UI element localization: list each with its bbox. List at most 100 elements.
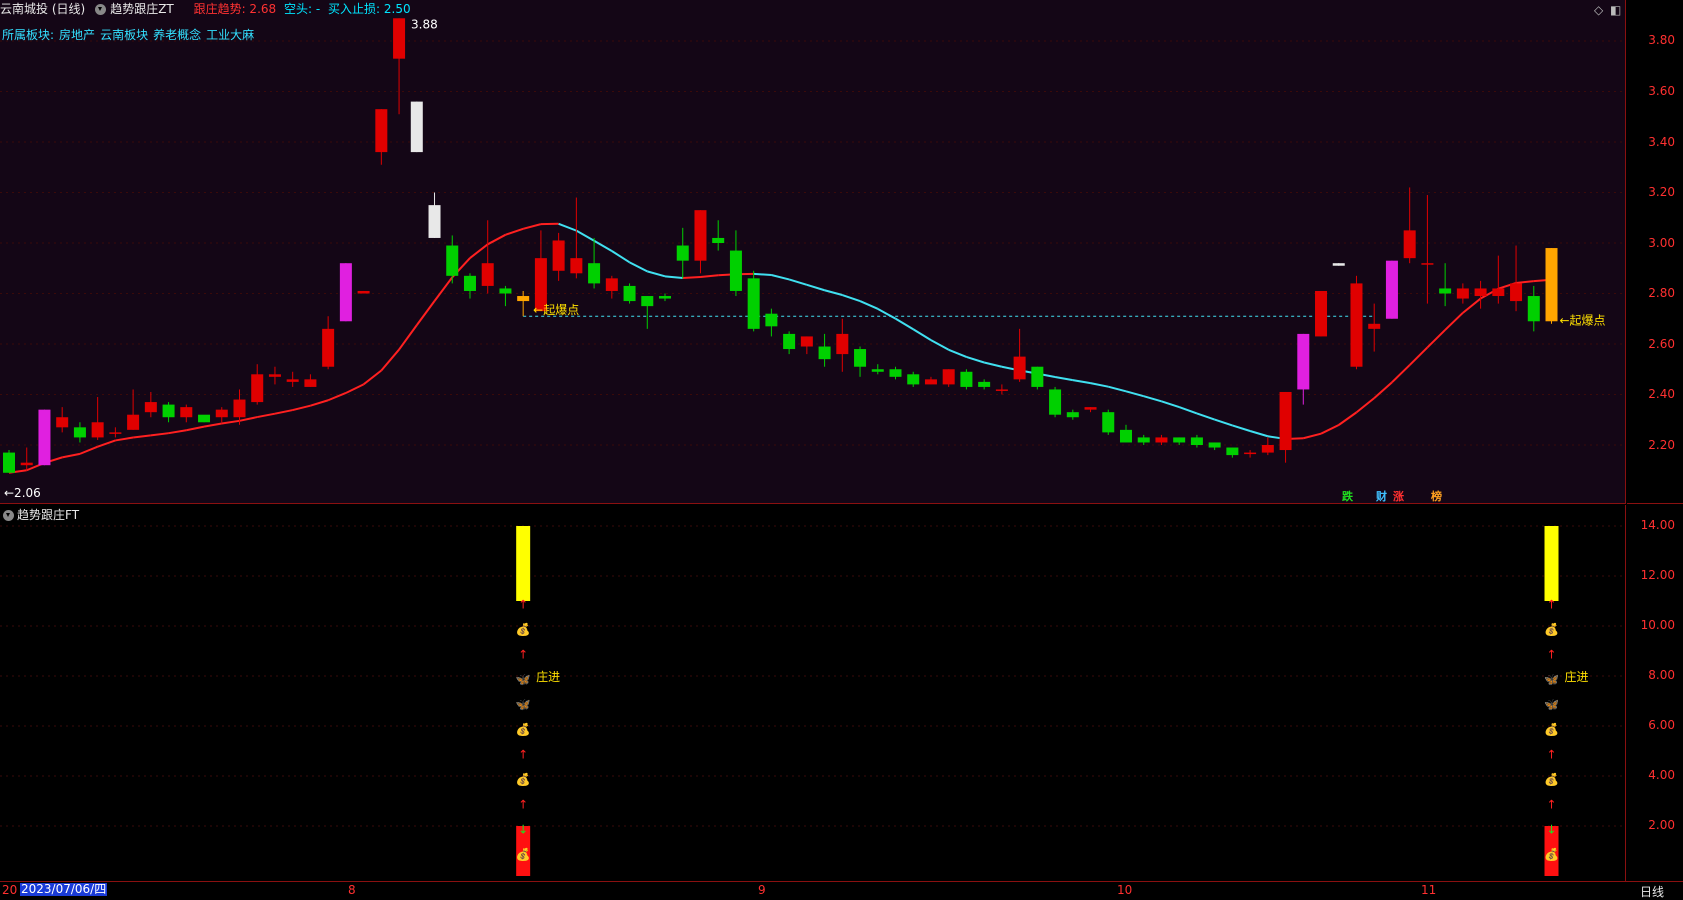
moving-average-segment <box>435 277 453 301</box>
candle-body <box>304 379 316 387</box>
indicator-tick: 2.00 <box>1648 818 1675 832</box>
moving-average-segment <box>1197 413 1215 419</box>
candle-body <box>1173 437 1185 442</box>
signal-icon: 💰 <box>1544 723 1559 737</box>
candle-body <box>978 382 990 387</box>
time-axis[interactable]: 20 2023/07/06/四 8 9 10 11 日线 <box>0 881 1683 897</box>
candle-body <box>233 400 245 418</box>
candle-body <box>712 238 724 243</box>
candle-body <box>198 415 210 423</box>
candle-body <box>393 18 405 58</box>
indicator-tick: 4.00 <box>1648 768 1675 782</box>
moving-average-segment <box>1321 425 1339 434</box>
candle-body <box>1439 288 1451 293</box>
window-restore-icon[interactable]: ◧ <box>1610 3 1621 17</box>
indicator-title-bar: 趋势跟庄FT <box>0 507 79 523</box>
moving-average-segment <box>825 290 843 295</box>
price-tick: 3.20 <box>1648 185 1675 199</box>
candle-body <box>74 427 86 437</box>
candle-body <box>1457 288 1469 298</box>
price-tick: 2.20 <box>1648 438 1675 452</box>
sector-item[interactable]: 工业大麻 <box>206 28 254 42</box>
moving-average-segment <box>1161 401 1179 407</box>
high-price-label: 3.88 <box>411 17 438 31</box>
candle-body <box>1049 389 1061 414</box>
price-tick: 2.40 <box>1648 387 1675 401</box>
candle-body <box>588 263 600 283</box>
candle-body <box>1546 248 1558 321</box>
moving-average-segment <box>860 301 878 309</box>
event-tag: 跌 <box>1342 489 1354 503</box>
candle-body <box>1262 445 1274 453</box>
candle-body <box>641 296 653 306</box>
moving-average-segment <box>576 231 594 241</box>
month-label: 8 <box>348 883 356 897</box>
candle-body <box>854 349 866 367</box>
moving-average-segment <box>966 357 984 363</box>
dropdown-icon[interactable] <box>3 510 14 521</box>
price-tick: 3.60 <box>1648 84 1675 98</box>
candle-body <box>1333 263 1345 266</box>
candle-body <box>269 374 281 377</box>
candle-body <box>21 463 33 466</box>
candle-body <box>960 372 972 387</box>
moving-average-segment <box>1410 347 1428 365</box>
signal-icon: ↓ <box>1546 823 1556 837</box>
moving-average-segment <box>1108 387 1126 392</box>
candle-body <box>56 417 68 427</box>
stock-name: 云南城投 (日线) <box>0 2 85 16</box>
moving-average-segment <box>399 325 417 349</box>
indicator-chart[interactable]: ↑💰↑🦋🦋💰↑💰↑↓💰庄进↑💰↑🦋🦋💰↑💰↑↓💰庄进 <box>0 505 1626 881</box>
candle-body <box>145 402 157 412</box>
moving-average-segment <box>1516 281 1534 283</box>
moving-average-segment <box>1055 377 1073 380</box>
moving-average-segment <box>293 406 311 410</box>
signal-icon: 🦋 <box>1544 673 1559 687</box>
month-label: 10 <box>1117 883 1132 897</box>
candle-body <box>358 291 370 294</box>
moving-average-segment <box>700 275 718 277</box>
candle-body <box>1404 230 1416 258</box>
price-tick: 2.60 <box>1648 337 1675 351</box>
candle-body <box>482 263 494 286</box>
indicator-name[interactable]: 趋势跟庄ZT <box>110 2 174 16</box>
month-label: 9 <box>758 883 766 897</box>
candle-body <box>765 314 777 327</box>
moving-average-segment <box>1303 434 1321 439</box>
period-button[interactable]: 日线 <box>1640 883 1664 900</box>
candle-body <box>677 246 689 261</box>
candle-body <box>92 422 104 437</box>
signal-icon: ↑ <box>518 798 528 812</box>
moving-average-segment <box>984 362 1002 366</box>
candle-body <box>1297 334 1309 390</box>
sector-item[interactable]: 房地产 <box>59 28 95 42</box>
indicator-title[interactable]: 趋势跟庄FT <box>17 508 79 522</box>
candle-body <box>1102 412 1114 432</box>
signal-icon: ↑ <box>1546 748 1556 762</box>
candle-body <box>1014 357 1026 380</box>
sector-item[interactable]: 养老概念 <box>153 28 201 42</box>
candle-body <box>1528 296 1540 321</box>
dropdown-icon[interactable] <box>95 4 106 15</box>
moving-average-segment <box>683 277 701 278</box>
candle-body <box>943 369 955 384</box>
price-tick: 3.80 <box>1648 33 1675 47</box>
moving-average-segment <box>665 276 683 278</box>
candle-body <box>890 369 902 377</box>
moving-average-segment <box>115 438 133 441</box>
moving-average-segment <box>1179 407 1197 413</box>
candlestick-chart[interactable]: 3.88←2.06←起爆点←起爆点跌财涨榜 <box>0 0 1626 504</box>
moving-average-segment <box>931 340 949 350</box>
moving-average-segment <box>1091 383 1109 387</box>
low-price-label: ←2.06 <box>4 486 41 500</box>
diamond-icon[interactable]: ◇ <box>1594 3 1603 17</box>
sector-item[interactable]: 云南板块 <box>100 28 148 42</box>
moving-average-segment <box>310 400 328 405</box>
signal-icon: ↑ <box>1546 598 1556 612</box>
event-tag: 财 <box>1375 489 1387 503</box>
candle-body <box>1209 442 1221 447</box>
moving-average-segment <box>1427 330 1445 347</box>
moving-average-segment <box>842 295 860 301</box>
moving-average-segment <box>98 440 116 446</box>
moving-average-segment <box>1356 398 1374 412</box>
